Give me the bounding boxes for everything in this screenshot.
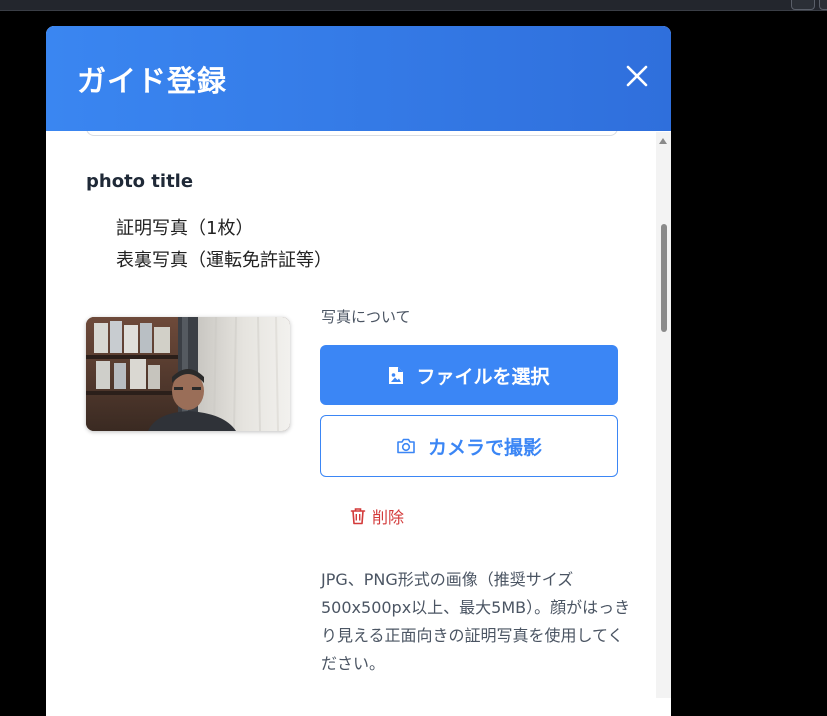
delete-photo-button[interactable]: 削除 <box>350 504 404 528</box>
previous-input-field[interactable] <box>86 131 618 136</box>
photo-preview-image <box>86 317 290 431</box>
photo-requirements-list: 証明写真（1枚） 表裏写真（運転免許証等） <box>116 218 332 282</box>
window-control-button[interactable] <box>791 0 815 10</box>
scroll-up-arrow-icon[interactable] <box>659 138 667 144</box>
photo-preview <box>86 317 290 431</box>
modal-header: ガイド登録 <box>46 26 671 131</box>
photo-section-title: photo title <box>86 171 194 192</box>
window-control-button[interactable] <box>819 0 827 10</box>
delete-label: 削除 <box>372 508 405 527</box>
modal-scrollbar[interactable] <box>656 132 671 698</box>
take-photo-label: カメラで撮影 <box>427 436 542 459</box>
camera-icon <box>396 438 416 454</box>
select-file-button[interactable]: ファイルを選択 <box>320 345 618 405</box>
guide-registration-modal: ガイド登録 photo title 証明写真（1枚） 表裏写真（運転免許証等） <box>46 26 671 716</box>
file-image-icon <box>388 366 404 385</box>
scrollbar-thumb[interactable] <box>661 224 667 332</box>
modal-title: ガイド登録 <box>77 64 228 98</box>
photo-help-text: JPG、PNG形式の画像（推奨サイズ500x500px以上、最大5MB）。顔がは… <box>321 570 631 673</box>
requirement-item: 証明写真（1枚） <box>116 218 254 239</box>
browser-top-strip <box>0 0 827 11</box>
about-photo-label: 写真について <box>321 308 411 326</box>
close-icon <box>626 65 648 87</box>
modal-body: photo title 証明写真（1枚） 表裏写真（運転免許証等） 写真について… <box>46 131 671 716</box>
close-button[interactable] <box>623 62 651 90</box>
trash-icon <box>350 507 366 525</box>
requirement-item: 表裏写真（運転免許証等） <box>116 250 332 271</box>
take-photo-button[interactable]: カメラで撮影 <box>320 415 618 477</box>
select-file-label: ファイルを選択 <box>416 365 550 388</box>
